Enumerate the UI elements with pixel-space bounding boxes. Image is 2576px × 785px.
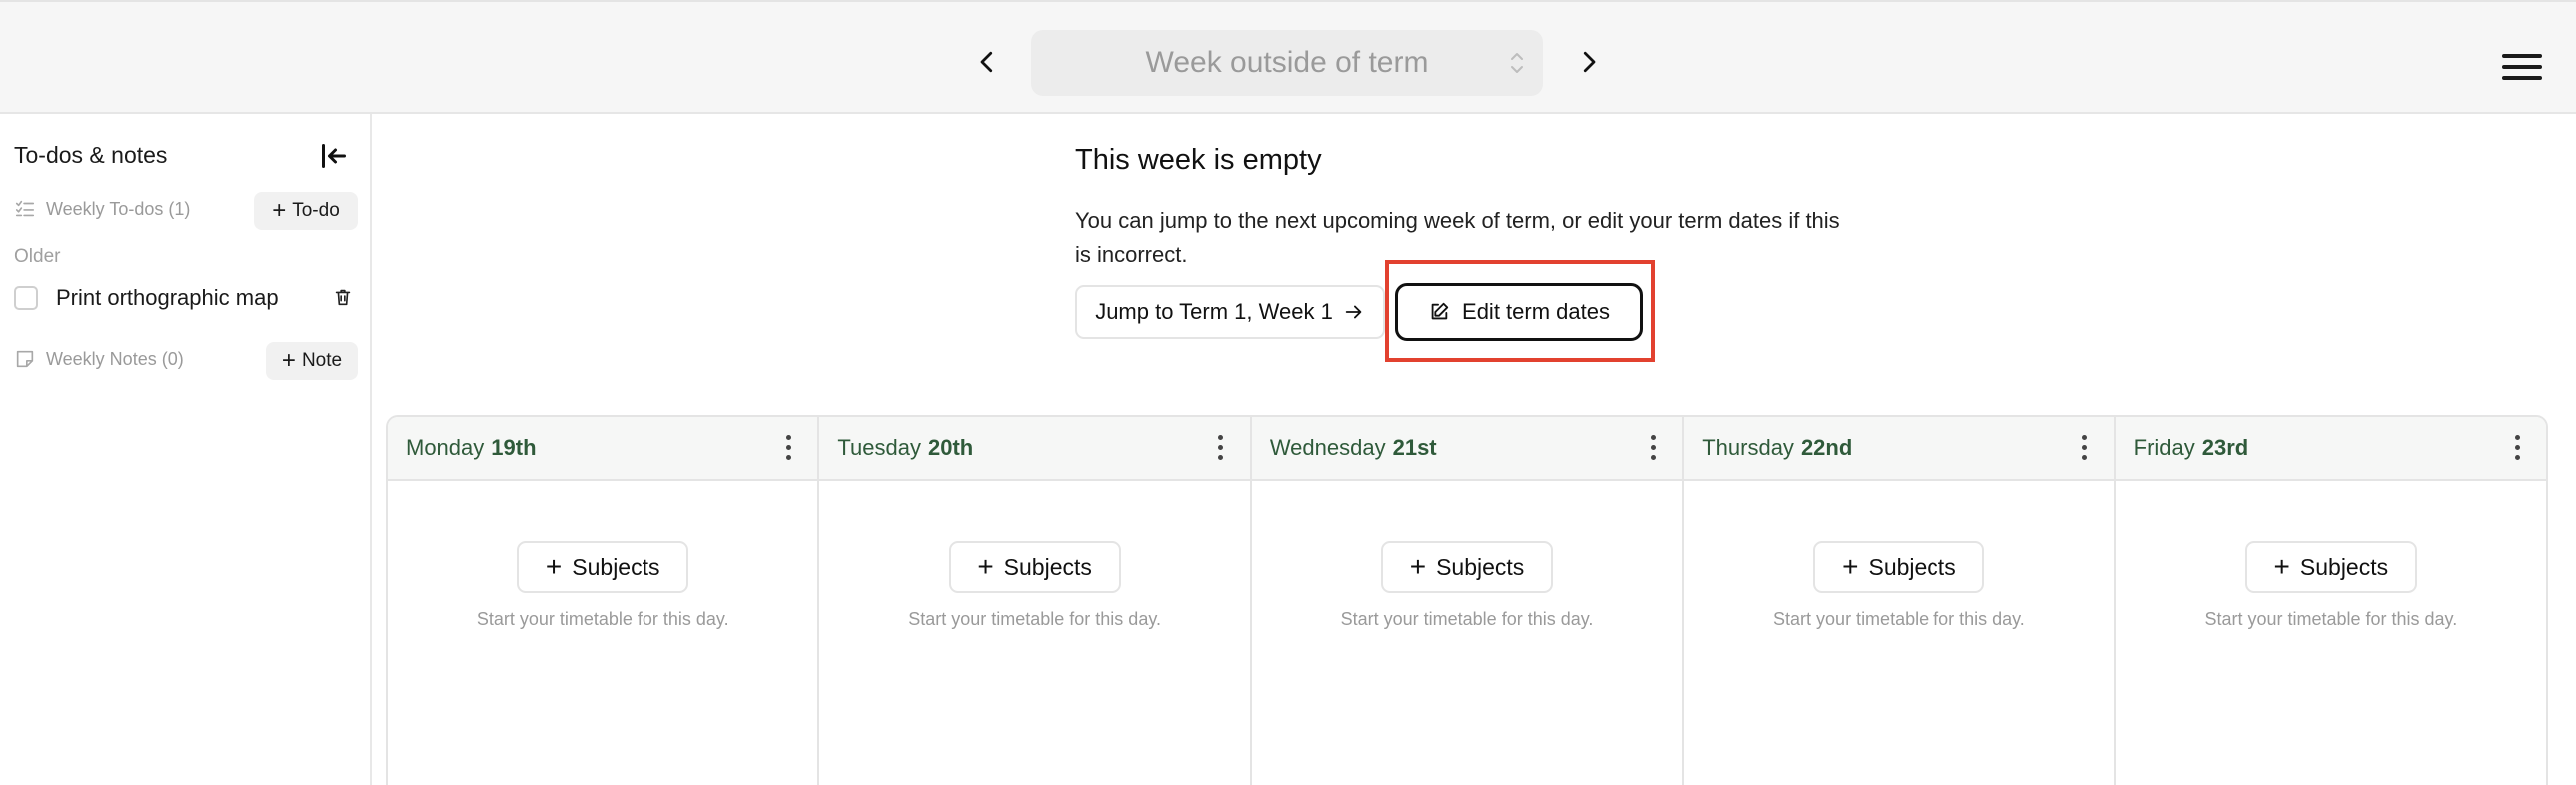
day-hint: Start your timetable for this day.	[1340, 609, 1594, 629]
add-subjects-label: Subjects	[1003, 553, 1092, 580]
trash-icon[interactable]	[332, 286, 354, 308]
more-vert-icon[interactable]	[783, 435, 793, 463]
prev-week-button[interactable]	[967, 42, 1007, 82]
add-subjects-label: Subjects	[1436, 553, 1525, 580]
checklist-icon	[15, 200, 35, 217]
weekly-todos-header: Weekly To-dos (1)	[14, 198, 190, 220]
day-column-thursday: Thursday 22nd + Subjects Start your timeta…	[1684, 417, 2116, 785]
day-column-friday: Friday 23rd + Subjects Start your timetabl…	[2115, 417, 2546, 785]
day-header: Thursday 22nd	[1684, 417, 2114, 481]
day-header: Wednesday 21st	[1251, 417, 1683, 481]
todo-text: Print orthographic map	[56, 285, 279, 310]
add-todo-label: To-do	[292, 200, 340, 221]
add-subjects-button[interactable]: + Subjects	[2244, 541, 2417, 593]
edit-term-dates-label: Edit term dates	[1462, 299, 1610, 324]
day-date: 22nd	[1800, 435, 1853, 460]
empty-week-text: You can jump to the next upcoming week o…	[1075, 208, 1840, 267]
plus-icon: +	[272, 197, 287, 224]
note-icon	[16, 350, 34, 368]
edit-icon	[1431, 302, 1449, 320]
weekly-notes-header: Weekly Notes (0)	[14, 348, 184, 370]
plus-icon: +	[1409, 551, 1427, 582]
todo-checkbox[interactable]	[14, 286, 38, 310]
day-hint: Start your timetable for this day.	[476, 609, 729, 629]
add-subjects-label: Subjects	[1868, 553, 1956, 580]
day-hint: Start your timetable for this day.	[2204, 609, 2458, 629]
chevron-left-icon	[980, 51, 993, 73]
day-date: 20th	[927, 435, 974, 460]
day-column-wednesday: Wednesday 21st + Subjects Start your timet…	[1251, 417, 1685, 785]
weekly-todos-label: Weekly To-dos (1)	[46, 198, 191, 219]
add-subjects-button[interactable]: + Subjects	[517, 541, 689, 593]
more-vert-icon[interactable]	[2512, 435, 2522, 463]
hamburger-menu-button[interactable]	[2502, 54, 2542, 86]
older-label: Older	[14, 246, 61, 267]
jump-to-term-button[interactable]: Jump to Term 1, Week 1	[1075, 285, 1385, 339]
empty-week-title: This week is empty	[1075, 144, 1322, 176]
day-name: Wednesday	[1269, 435, 1386, 460]
edit-term-dates-button[interactable]: Edit term dates	[1395, 283, 1643, 341]
add-subjects-button[interactable]: + Subjects	[1381, 541, 1554, 593]
day-date: 19th	[491, 435, 537, 460]
add-note-button[interactable]: + Note	[266, 342, 358, 380]
sidebar-title: To-dos & notes	[14, 142, 168, 168]
add-todo-button[interactable]: + To-do	[254, 192, 358, 230]
plus-icon: +	[281, 347, 296, 374]
day-column-tuesday: Tuesday 20th + Subjects Start your timetab…	[819, 417, 1252, 785]
top-bar: Week outside of term	[0, 0, 2576, 114]
todo-item: Print orthographic map	[14, 280, 358, 316]
weekly-notes-label: Weekly Notes (0)	[46, 348, 184, 369]
select-updown-icon	[1511, 53, 1523, 73]
chevron-right-icon	[1583, 51, 1596, 73]
add-note-label: Note	[301, 350, 343, 371]
more-vert-icon[interactable]	[1648, 435, 1658, 463]
day-date: 21st	[1392, 435, 1437, 460]
day-header: Monday 19th	[388, 417, 818, 481]
collapse-sidebar-icon[interactable]	[316, 138, 352, 174]
jump-to-term-label: Jump to Term 1, Week 1	[1095, 299, 1333, 324]
day-hint: Start your timetable for this day.	[1773, 609, 2025, 629]
arrow-right-icon	[1345, 305, 1362, 319]
week-selector[interactable]: Week outside of term	[1031, 30, 1543, 96]
plus-icon: +	[545, 551, 563, 582]
hamburger-menu-icon	[2502, 54, 2542, 58]
more-vert-icon[interactable]	[1216, 435, 1226, 463]
day-column-monday: Monday 19th + Subjects Start your timetabl…	[388, 417, 820, 785]
next-week-button[interactable]	[1569, 42, 1609, 82]
day-header: Friday 23rd	[2115, 417, 2546, 481]
plus-icon: +	[2273, 551, 2290, 582]
add-subjects-button[interactable]: + Subjects	[948, 541, 1121, 593]
day-name: Tuesday	[837, 435, 921, 460]
add-subjects-button[interactable]: + Subjects	[1813, 541, 1985, 593]
day-name: Thursday	[1702, 435, 1794, 460]
day-header: Tuesday 20th	[819, 417, 1250, 481]
week-selector-label: Week outside of term	[1145, 46, 1429, 79]
day-hint: Start your timetable for this day.	[908, 609, 1161, 629]
plus-icon: +	[1842, 551, 1859, 582]
add-subjects-label: Subjects	[2299, 553, 2389, 580]
todos-notes-sidebar: To-dos & notes Weekly To-dos (1) + To-do…	[0, 114, 372, 785]
week-grid: Monday 19th + Subjects Start your timetabl…	[386, 415, 2548, 785]
more-vert-icon[interactable]	[2080, 435, 2090, 463]
day-name: Friday	[2133, 435, 2195, 460]
day-name: Monday	[406, 435, 485, 460]
add-subjects-label: Subjects	[572, 553, 660, 580]
day-date: 23rd	[2201, 435, 2249, 460]
plus-icon: +	[977, 551, 994, 582]
